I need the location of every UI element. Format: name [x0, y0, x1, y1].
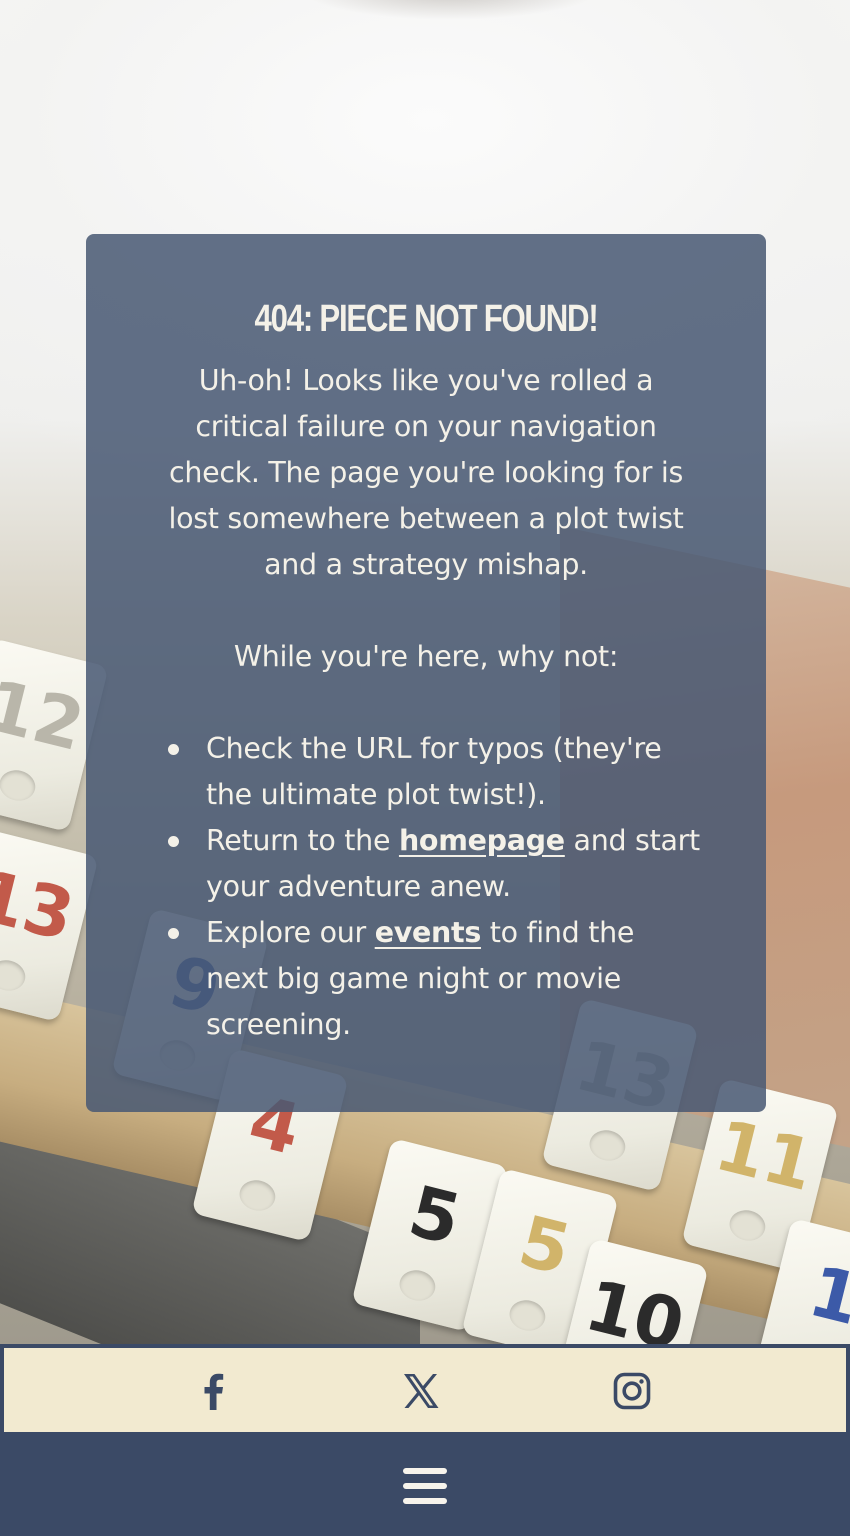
suggestion-text-before: Explore our	[206, 916, 375, 949]
instagram-icon[interactable]	[611, 1370, 653, 1412]
suggestion-text-before: Return to the	[206, 824, 399, 857]
x-icon[interactable]	[400, 1370, 442, 1412]
error-intro-text: Uh-oh! Looks like you've rolled a critic…	[168, 364, 684, 581]
suggestion-events: Explore our events to find the next big …	[148, 910, 704, 1048]
bullet-icon	[168, 928, 179, 939]
suggestions-list: Check the URL for typos (they're the ult…	[148, 726, 704, 1048]
suggestion-check-url: Check the URL for typos (they're the ult…	[148, 726, 704, 818]
bullet-icon	[168, 836, 179, 847]
bottom-nav-bar	[0, 1436, 850, 1536]
hamburger-menu-icon[interactable]	[401, 1466, 449, 1506]
suggestion-text: Check the URL for typos (they're the ult…	[206, 732, 662, 811]
suggestions-heading: While you're here, why not:	[233, 640, 619, 673]
homepage-link[interactable]: homepage	[399, 824, 565, 857]
social-links-bar	[0, 1344, 850, 1436]
facebook-icon[interactable]	[193, 1370, 235, 1412]
bullet-icon	[168, 744, 179, 755]
error-card: 404: PIECE NOT FOUND! Uh-oh! Looks like …	[86, 234, 766, 1112]
error-title: 404: PIECE NOT FOUND!	[254, 298, 599, 340]
events-link[interactable]: events	[375, 916, 482, 949]
suggestion-homepage: Return to the homepage and start your ad…	[148, 818, 704, 910]
